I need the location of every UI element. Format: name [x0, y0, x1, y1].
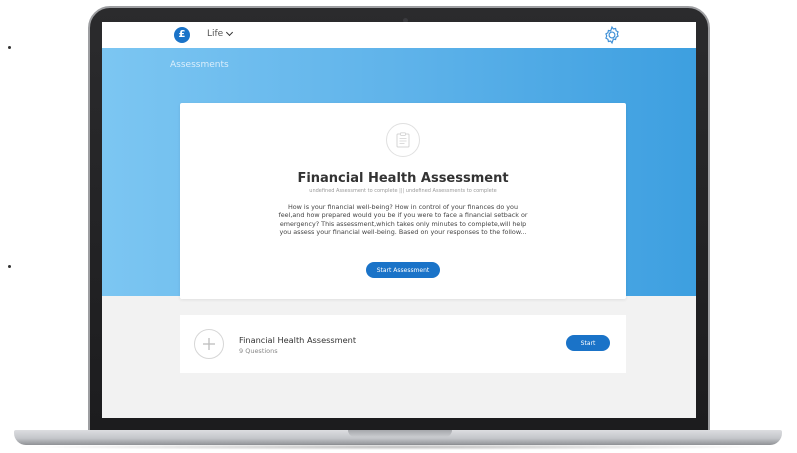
featured-description: How is your financial well-being? How in… — [278, 203, 528, 237]
assessment-title: Financial Health Assessment — [239, 335, 357, 345]
start-button[interactable]: Start — [566, 335, 610, 351]
start-assessment-button[interactable]: Start Assessment — [366, 262, 440, 278]
featured-title: Financial Health Assessment — [297, 171, 509, 186]
page-dot — [8, 46, 11, 49]
brand-logo-icon[interactable]: £ — [174, 27, 190, 43]
featured-subtitle: undefined Assessment to complete ||| und… — [309, 188, 497, 194]
assessment-question-count: 9 Questions — [239, 347, 278, 355]
hero-section: Assessments Financial Health Assessment … — [102, 48, 696, 299]
laptop-shadow — [20, 444, 776, 450]
gear-icon[interactable] — [602, 25, 622, 45]
laptop-notch — [348, 430, 452, 437]
life-menu-label: Life — [207, 29, 224, 39]
plus-icon[interactable] — [194, 329, 224, 359]
chevron-down-icon — [226, 28, 234, 37]
top-bar: £ Life — [102, 22, 696, 48]
clipboard-icon — [386, 123, 420, 157]
screen: £ Life Assessments Financial Health Asse… — [102, 22, 696, 418]
section-label: Assessments — [170, 60, 229, 70]
list-item: Financial Health Assessment 9 Questions … — [180, 315, 626, 373]
featured-assessment-card: Financial Health Assessment undefined As… — [180, 103, 626, 299]
page-dot — [8, 265, 11, 268]
life-menu[interactable]: Life — [207, 28, 234, 39]
